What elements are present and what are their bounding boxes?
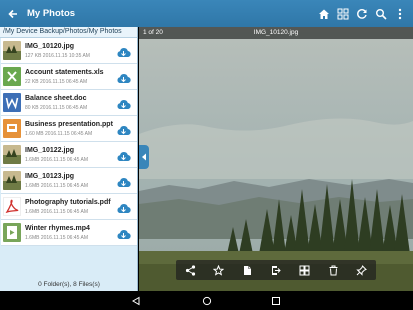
video-file-icon — [3, 223, 21, 242]
pdf-file-icon — [3, 197, 21, 216]
file-list: IMG_10120.jpg 127 KB 2016.11.15 10:35 AM A… — [0, 38, 137, 246]
file-list-panel: /My Device Backup/Photos/My Photos IMG_1… — [0, 27, 138, 291]
copy-button[interactable] — [238, 261, 256, 279]
more-vertical-icon — [398, 8, 401, 19]
image-thumb-icon — [3, 41, 21, 60]
star-outline-icon — [213, 264, 225, 276]
refresh-icon — [356, 8, 367, 19]
share-icon — [185, 264, 195, 276]
search-button[interactable] — [371, 0, 390, 27]
nav-home-button[interactable] — [199, 293, 215, 308]
nav-recents-button[interactable] — [268, 293, 284, 308]
powerpoint-file-icon — [3, 119, 21, 138]
pin-button[interactable] — [353, 261, 371, 279]
cloud-download-icon[interactable] — [116, 97, 131, 110]
grid-icon — [337, 8, 348, 19]
move-file-icon — [272, 265, 282, 275]
image-thumb-icon — [3, 145, 21, 164]
back-button[interactable] — [0, 0, 26, 27]
overflow-menu-button[interactable] — [390, 0, 409, 27]
grid-view-button[interactable] — [333, 0, 352, 27]
pin-icon — [356, 264, 368, 276]
cloud-download-icon[interactable] — [116, 227, 131, 240]
file-meta: 1.6MB 2016.11.15 06:45 AM — [25, 183, 89, 189]
grid-icon — [299, 265, 310, 275]
file-meta: 127 KB 2016.11.15 10:35 AM — [25, 53, 90, 59]
file-name: Winter rhymes.mp4 — [25, 225, 90, 232]
breadcrumb: /My Device Backup/Photos/My Photos — [0, 27, 137, 38]
gallery-grid-button[interactable] — [296, 261, 314, 279]
cloud-download-icon[interactable] — [116, 45, 131, 58]
cloud-download-icon[interactable] — [116, 149, 131, 162]
home-icon — [318, 9, 329, 19]
cloud-download-icon[interactable] — [116, 175, 131, 188]
cloud-download-icon[interactable] — [116, 201, 131, 214]
home-button[interactable] — [314, 0, 333, 27]
image-viewer: 1 of 20 IMG_10120.jpg — [139, 27, 413, 291]
file-meta: 22 KB 2016.11.15 06:45 AM — [25, 79, 88, 85]
image-thumb-icon — [3, 171, 21, 190]
photo-preview — [139, 39, 413, 291]
system-nav-bar — [0, 291, 413, 310]
file-list-item[interactable]: IMG_10122.jpg 1.6MB 2016.11.15 06:45 AM — [1, 142, 137, 168]
copy-file-icon — [243, 265, 251, 275]
file-list-item[interactable]: IMG_10120.jpg 127 KB 2016.11.15 10:35 AM — [1, 38, 137, 64]
file-meta: 1.60 MB 2016.11.15 06:45 AM — [25, 131, 93, 137]
file-name: IMG_10123.jpg — [25, 173, 75, 180]
viewer-toolbar — [176, 260, 376, 280]
refresh-button[interactable] — [352, 0, 371, 27]
viewer-header: 1 of 20 IMG_10120.jpg — [139, 27, 413, 39]
page-title: My Photos — [27, 8, 76, 19]
favorite-button[interactable] — [210, 261, 228, 279]
file-meta: 1.6MB 2016.11.15 06:45 AM — [25, 209, 89, 215]
nav-recents-icon — [272, 296, 280, 305]
file-name: IMG_10122.jpg — [25, 147, 75, 154]
image-filename: IMG_10120.jpg — [253, 29, 299, 36]
excel-file-icon — [3, 67, 21, 86]
file-name: Balance sheet.doc — [25, 95, 87, 102]
file-list-item[interactable]: Winter rhymes.mp4 1.6MB 2016.11.15 06:45 … — [1, 220, 137, 246]
file-list-item[interactable]: Business presentation.ppt 1.60 MB 2016.11… — [1, 116, 137, 142]
file-meta: 80 KB 2016.11.15 06:45 AM — [25, 105, 88, 111]
nav-back-button[interactable] — [128, 293, 144, 308]
file-list-item[interactable]: Balance sheet.doc 80 KB 2016.11.15 06:45 … — [1, 90, 137, 116]
file-name: Account statements.xls — [25, 69, 104, 76]
back-arrow-icon — [8, 9, 17, 18]
nav-back-icon — [132, 296, 140, 305]
share-button[interactable] — [181, 261, 199, 279]
file-meta: 1.6MB 2016.11.15 06:45 AM — [25, 235, 89, 241]
cloud-download-icon[interactable] — [116, 71, 131, 84]
file-meta: 1.6MB 2016.11.15 06:45 AM — [25, 157, 89, 163]
delete-button[interactable] — [324, 261, 342, 279]
file-count-footer: 0 Folder(s), 8 Files(s) — [38, 281, 100, 288]
move-button[interactable] — [267, 261, 285, 279]
chevron-left-icon — [142, 153, 146, 161]
cloud-download-icon[interactable] — [116, 123, 131, 136]
file-name: Photography tutorials.pdf — [25, 199, 111, 206]
word-file-icon — [3, 93, 21, 112]
file-list-item[interactable]: Photography tutorials.pdf 1.6MB 2016.11.1… — [1, 194, 137, 220]
file-name: IMG_10120.jpg — [25, 43, 75, 50]
file-list-item[interactable]: Account statements.xls 22 KB 2016.11.15 0… — [1, 64, 137, 90]
search-icon — [375, 8, 387, 20]
trash-icon — [329, 265, 338, 275]
file-name: Business presentation.ppt — [25, 121, 113, 128]
nav-home-icon — [202, 296, 212, 305]
app-bar: My Photos — [0, 0, 413, 27]
file-list-item[interactable]: IMG_10123.jpg 1.6MB 2016.11.15 06:45 AM — [1, 168, 137, 194]
collapse-panel-button[interactable] — [139, 145, 149, 169]
